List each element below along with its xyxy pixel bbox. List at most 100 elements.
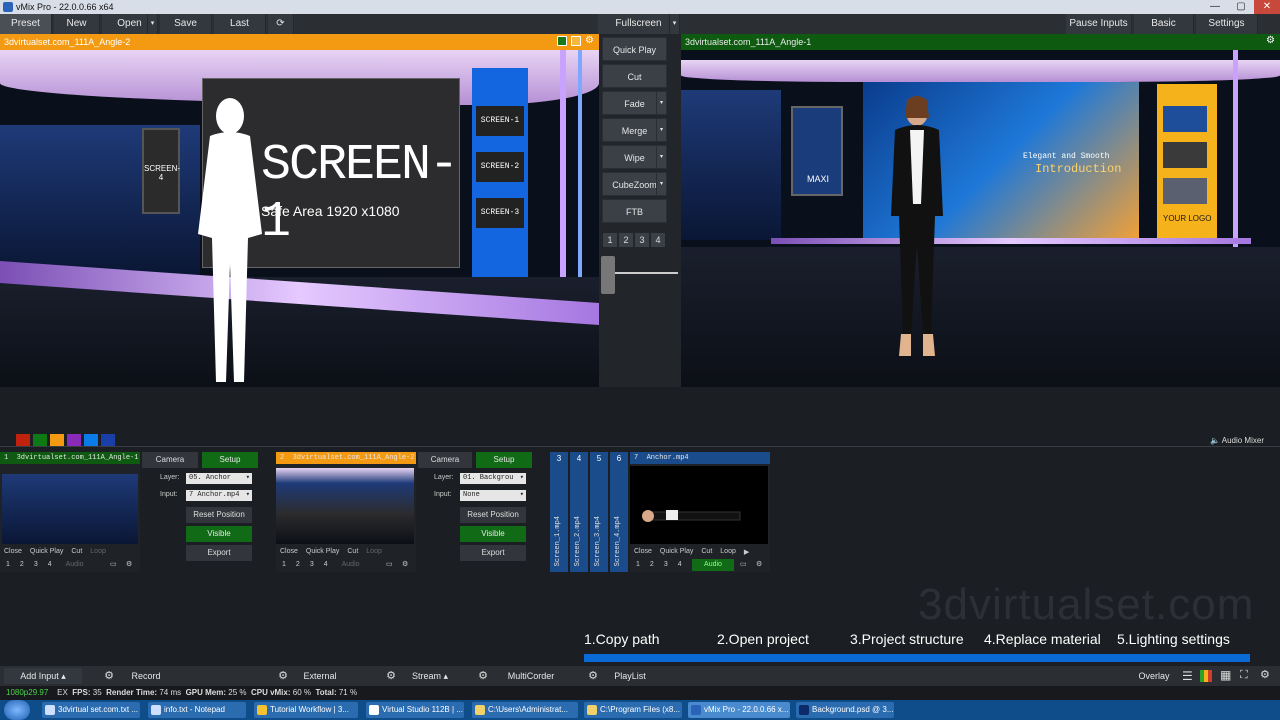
input-2-num-4[interactable]: 4 bbox=[324, 561, 328, 568]
taskbar-item-8[interactable]: Background.psd @ 3... bbox=[796, 702, 894, 718]
external-button[interactable]: External bbox=[296, 668, 344, 684]
taskbar-item-5[interactable]: C:\Users\Administrat... bbox=[472, 702, 578, 718]
settings-button[interactable]: Settings bbox=[1196, 14, 1258, 34]
taskbar-item-4[interactable]: Virtual Studio 112B | ... bbox=[366, 702, 464, 718]
input-1-num-1[interactable]: 1 bbox=[6, 561, 10, 568]
fullscreen-button[interactable]: Fullscreen ▾ bbox=[598, 14, 680, 34]
input-2-visible-button[interactable]: Visible bbox=[460, 526, 526, 542]
multiview-icon[interactable]: ▦ bbox=[1220, 669, 1231, 681]
wipe-dropdown-icon[interactable]: ▾ bbox=[656, 146, 666, 168]
input-2-num-3[interactable]: 3 bbox=[310, 561, 314, 568]
cubezoom-button[interactable]: CubeZoom ▾ bbox=[602, 172, 667, 196]
taskbar-item-7[interactable]: vMix Pro - 22.0.0.66 x... bbox=[688, 702, 790, 718]
basic-button[interactable]: Basic bbox=[1134, 14, 1194, 34]
new-button[interactable]: New bbox=[54, 14, 100, 34]
taskbar-item-2[interactable]: info.txt - Notepad bbox=[148, 702, 246, 718]
input-7-monitor-icon[interactable]: ▭ bbox=[740, 560, 747, 568]
input-2-setup-button[interactable]: Setup bbox=[476, 452, 532, 468]
input-1-close[interactable]: Close bbox=[4, 548, 22, 555]
input-1-reset-position-button[interactable]: Reset Position bbox=[186, 507, 252, 523]
close-window-button[interactable]: ✕ bbox=[1254, 0, 1280, 14]
minimize-button[interactable]: — bbox=[1202, 0, 1228, 14]
input-1-gear-icon[interactable]: ⚙ bbox=[126, 560, 132, 568]
multicorder-button[interactable]: MultiCorder bbox=[498, 668, 564, 684]
input-1-quickplay[interactable]: Quick Play bbox=[30, 548, 63, 555]
transition-3-button[interactable]: 3 bbox=[635, 233, 649, 247]
input-7-thumbnail[interactable] bbox=[630, 466, 768, 544]
record-button[interactable]: Record bbox=[122, 668, 170, 684]
transition-2-button[interactable]: 2 bbox=[619, 233, 633, 247]
fade-button[interactable]: Fade ▾ bbox=[602, 91, 667, 115]
color-swatch-navy[interactable] bbox=[101, 434, 115, 446]
input-1-camera-button[interactable]: Camera bbox=[142, 452, 198, 468]
cubezoom-dropdown-icon[interactable]: ▾ bbox=[656, 173, 666, 195]
input-3-strip[interactable]: 3 Screen_1.mp4 bbox=[550, 452, 568, 572]
input-7-num-1[interactable]: 1 bbox=[636, 561, 640, 568]
input-6-strip[interactable]: 6 Screen_4.mp4 bbox=[610, 452, 628, 572]
color-swatch-blue[interactable] bbox=[84, 434, 98, 446]
maximize-button[interactable]: ▢ bbox=[1228, 0, 1254, 14]
output-gear-bottom-icon[interactable]: ⚙ bbox=[1260, 669, 1270, 681]
transition-1-button[interactable]: 1 bbox=[603, 233, 617, 247]
input-7-audio-button[interactable]: Audio bbox=[692, 559, 734, 571]
input-2-export-button[interactable]: Export bbox=[460, 545, 526, 561]
taskbar-item-3[interactable]: Tutorial Workflow | 3... bbox=[254, 702, 358, 718]
record-gear-icon[interactable]: ⚙ bbox=[100, 668, 118, 684]
input-2-panel[interactable]: 2 3dvirtualset.com_111A_Angle-2 Close Qu… bbox=[276, 452, 416, 572]
external-gear-icon[interactable]: ⚙ bbox=[274, 668, 292, 684]
add-input-button[interactable]: Add Input ▴ bbox=[4, 668, 82, 684]
stream-gear-icon[interactable]: ⚙ bbox=[382, 668, 400, 684]
playlist-button[interactable]: PlayList bbox=[606, 668, 654, 684]
open-dropdown-icon[interactable]: ▾ bbox=[147, 14, 157, 34]
overlay-button[interactable]: Overlay bbox=[1132, 668, 1176, 684]
input-1-panel[interactable]: 1 3dvirtualset.com_111A_Angle-1 Close Qu… bbox=[0, 452, 140, 572]
wipe-button[interactable]: Wipe ▾ bbox=[602, 145, 667, 169]
start-button-icon[interactable] bbox=[4, 700, 30, 720]
input-2-loop[interactable]: Loop bbox=[366, 548, 382, 555]
preview-list-icon[interactable] bbox=[571, 36, 581, 46]
input-2-thumbnail[interactable] bbox=[276, 468, 414, 544]
input-1-monitor-icon[interactable]: ▭ bbox=[110, 560, 117, 568]
save-button[interactable]: Save bbox=[160, 14, 212, 34]
input-1-export-button[interactable]: Export bbox=[186, 545, 252, 561]
input-7-loop[interactable]: Loop bbox=[720, 548, 736, 556]
color-swatch-red[interactable] bbox=[16, 434, 30, 446]
input-1-num-3[interactable]: 3 bbox=[34, 561, 38, 568]
input-2-input-select[interactable]: None ▾ bbox=[460, 490, 526, 501]
input-2-audio[interactable]: Audio bbox=[342, 561, 360, 568]
input-7-quickplay[interactable]: Quick Play bbox=[660, 548, 693, 556]
fade-dropdown-icon[interactable]: ▾ bbox=[656, 92, 666, 114]
input-1-cut[interactable]: Cut bbox=[71, 548, 82, 555]
fullscreen-icon[interactable]: ⛶ bbox=[1240, 669, 1248, 681]
open-button[interactable]: Open ▾ bbox=[102, 14, 158, 34]
input-7-gear-icon[interactable]: ⚙ bbox=[756, 560, 762, 568]
input-1-num-2[interactable]: 2 bbox=[20, 561, 24, 568]
fullscreen-dropdown-icon[interactable]: ▾ bbox=[669, 14, 679, 34]
preview-gear-icon[interactable]: ⚙ bbox=[585, 36, 595, 46]
stream-button[interactable]: Stream ▴ bbox=[404, 668, 456, 684]
input-7-close[interactable]: Close bbox=[634, 548, 652, 556]
input-7-num-3[interactable]: 3 bbox=[664, 561, 668, 568]
play-icon[interactable]: ▶ bbox=[744, 548, 749, 556]
audio-meter-icon[interactable] bbox=[1200, 670, 1212, 682]
pause-inputs-button[interactable]: Pause Inputs bbox=[1066, 14, 1132, 34]
input-2-layer-select[interactable]: 01. Backgrou ▾ bbox=[460, 473, 526, 484]
input-7-num-2[interactable]: 2 bbox=[650, 561, 654, 568]
ftb-button[interactable]: FTB bbox=[602, 199, 667, 223]
input-1-thumbnail[interactable] bbox=[2, 474, 138, 544]
last-button[interactable]: Last bbox=[214, 14, 266, 34]
transition-4-button[interactable]: 4 bbox=[651, 233, 665, 247]
input-2-monitor-icon[interactable]: ▭ bbox=[386, 560, 393, 568]
input-1-layer-select[interactable]: 05. Anchor ▾ bbox=[186, 473, 252, 484]
preview-green-icon[interactable] bbox=[557, 36, 567, 46]
cut-button[interactable]: Cut bbox=[602, 64, 667, 88]
input-4-strip[interactable]: 4 Screen_2.mp4 bbox=[570, 452, 588, 572]
input-7-panel[interactable]: 7 Anchor.mp4 Close Quick Play Cut Loop ▶… bbox=[630, 452, 770, 572]
input-1-visible-button[interactable]: Visible bbox=[186, 526, 252, 542]
input-2-num-1[interactable]: 1 bbox=[282, 561, 286, 568]
input-2-gear-icon[interactable]: ⚙ bbox=[402, 560, 408, 568]
input-5-strip[interactable]: 5 Screen_3.mp4 bbox=[590, 452, 608, 572]
multicorder-gear-icon[interactable]: ⚙ bbox=[474, 668, 492, 684]
input-2-cut[interactable]: Cut bbox=[347, 548, 358, 555]
audio-mixer-button[interactable]: 🔈 Audio Mixer bbox=[1210, 436, 1264, 445]
